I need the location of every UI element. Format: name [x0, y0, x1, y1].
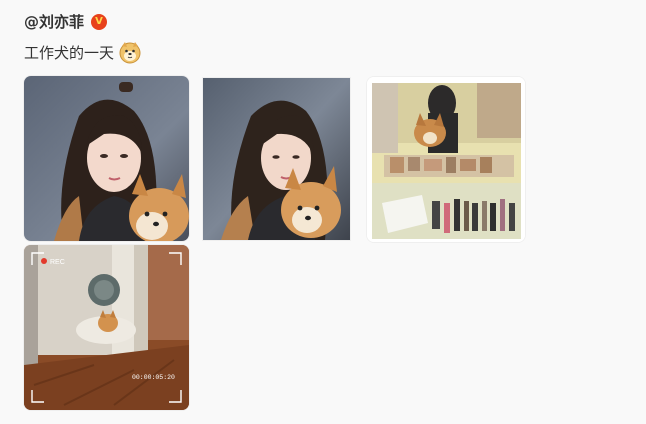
verified-badge-icon: V — [91, 13, 108, 30]
post-header: @刘亦菲 V — [24, 11, 108, 32]
post-text-row: 工作犬的一天 — [24, 40, 142, 64]
doge-emoji-icon — [118, 40, 142, 64]
photo-4[interactable]: REC 00:00:05:20 — [24, 245, 189, 410]
post-text: 工作犬的一天 — [24, 43, 115, 62]
rec-label: REC — [50, 259, 65, 266]
photo-3[interactable] — [367, 77, 525, 242]
photo-2[interactable] — [203, 78, 350, 240]
photo-1[interactable] — [24, 76, 189, 241]
username-link[interactable]: @刘亦菲 — [24, 11, 84, 32]
timecode-label: 00:00:05:20 — [132, 374, 175, 381]
